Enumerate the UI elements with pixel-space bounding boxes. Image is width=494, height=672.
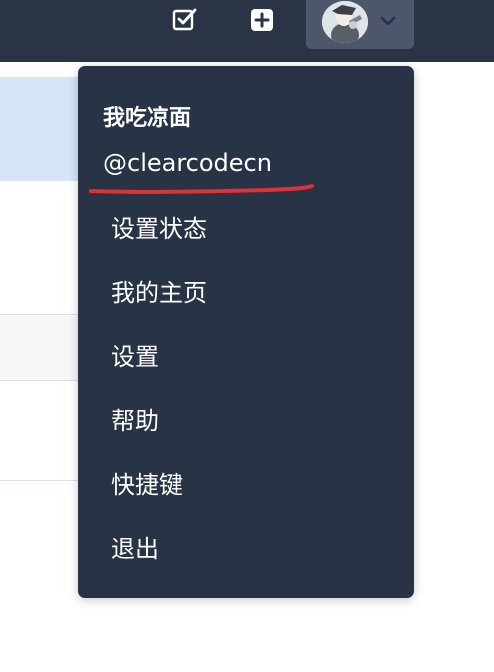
user-dropdown-menu: 我吃凉面 @clearcodecn 设置状态 我的主页 设置 帮助 快捷键 退出 [78, 66, 414, 598]
menu-item-sign-out[interactable]: 退出 [111, 532, 159, 566]
user-handle: @clearcodecn [103, 149, 272, 177]
user-menu-trigger[interactable] [306, 0, 414, 49]
menu-item-shortcuts[interactable]: 快捷键 [111, 468, 183, 502]
menu-item-help[interactable]: 帮助 [111, 404, 159, 438]
checkbox-edit-icon [172, 8, 197, 31]
top-navbar [0, 0, 494, 62]
menu-item-set-status[interactable]: 设置状态 [111, 212, 207, 246]
red-underline-annotation [89, 184, 314, 194]
user-display-name: 我吃凉面 [103, 106, 192, 131]
user-avatar [322, 1, 368, 43]
todo-button[interactable] [170, 0, 200, 40]
avatar[interactable] [322, 1, 368, 43]
create-button[interactable] [247, 0, 277, 40]
chevron-down-icon [380, 16, 396, 26]
menu-item-profile[interactable]: 我的主页 [111, 276, 207, 310]
menu-item-settings[interactable]: 设置 [111, 340, 159, 374]
plus-square-icon [251, 9, 273, 31]
